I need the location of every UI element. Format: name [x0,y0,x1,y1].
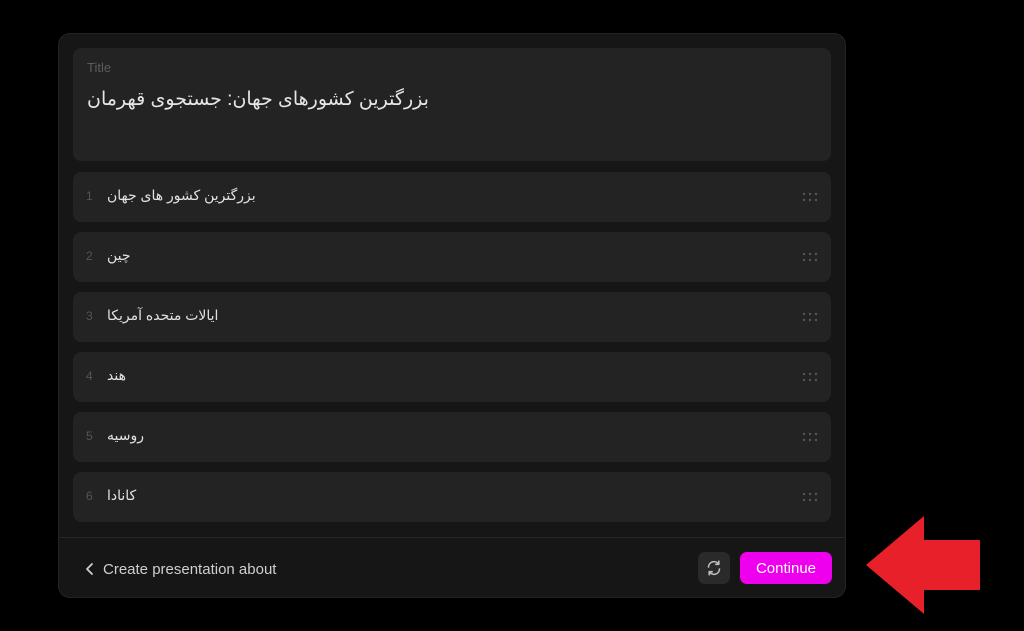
outline-item[interactable]: 3 ایالات متحده آمریکا [73,292,831,342]
title-field[interactable]: Title بزرگترین کشورهای جهان: جستجوی قهرم… [73,48,831,161]
outline-item-number: 2 [86,249,93,263]
refresh-icon [707,560,721,576]
annotation-arrow-icon [866,516,980,614]
drag-handle-icon[interactable] [802,372,818,382]
drag-handle-icon[interactable] [802,192,818,202]
outline-item-text[interactable]: بزرگترین کشور های جهان [107,187,256,204]
drag-handle-icon[interactable] [802,252,818,262]
continue-button[interactable]: Continue [740,552,832,584]
drag-handle-icon[interactable] [802,492,818,502]
outline-item-text[interactable]: روسیه [107,427,144,444]
chevron-left-icon [86,563,93,575]
title-label: Title [87,60,112,75]
outline-item-number: 1 [86,189,93,203]
outline-item[interactable]: 6 کانادا [73,472,831,522]
title-input[interactable]: بزرگترین کشورهای جهان: جستجوی قهرمان [87,88,429,111]
outline-item-text[interactable]: کانادا [107,487,136,504]
outline-item-text[interactable]: هند [107,367,126,384]
outline-editor-panel: Title بزرگترین کشورهای جهان: جستجوی قهرم… [58,33,846,598]
footer-divider [59,537,845,538]
drag-handle-icon[interactable] [802,312,818,322]
outline-item-number: 3 [86,309,93,323]
outline-item-number: 5 [86,429,93,443]
outline-item[interactable]: 2 چین [73,232,831,282]
outline-list: 1 بزرگترین کشور های جهان 2 چین 3 ایالات … [73,172,831,532]
back-button[interactable]: Create presentation about [85,558,276,580]
outline-item-number: 6 [86,489,93,503]
outline-item[interactable]: 1 بزرگترین کشور های جهان [73,172,831,222]
back-button-label: Create presentation about [103,560,277,578]
outline-item-text[interactable]: ایالات متحده آمریکا [107,307,218,324]
outline-item[interactable]: 5 روسیه [73,412,831,462]
outline-item-text[interactable]: چین [107,247,131,264]
outline-item[interactable]: 4 هند [73,352,831,402]
regenerate-button[interactable] [698,552,730,584]
drag-handle-icon[interactable] [802,432,818,442]
outline-item-number: 4 [86,369,93,383]
